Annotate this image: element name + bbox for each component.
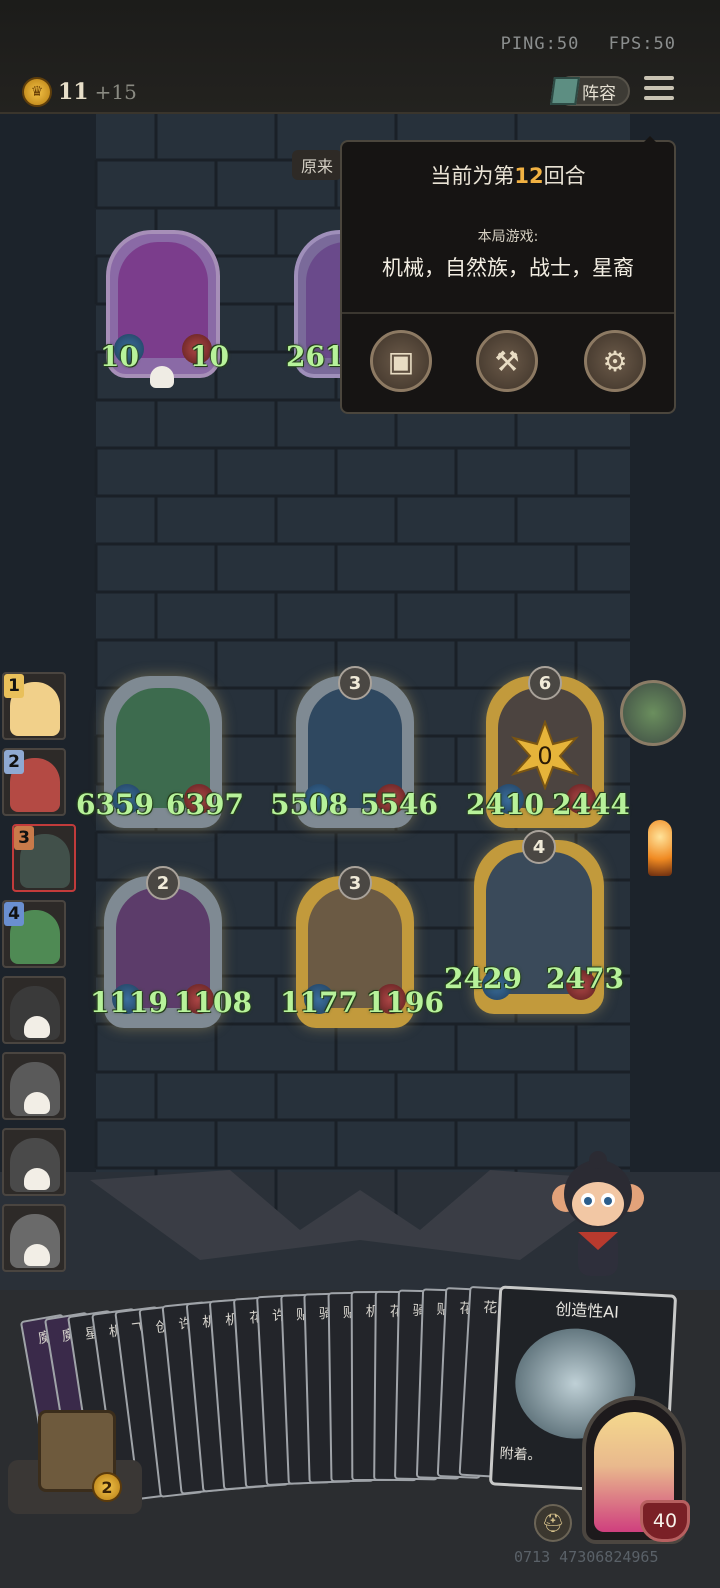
card-description: 附着。 [499,1445,542,1464]
skull-icon [24,1016,50,1038]
game-tribes: 机械，自然族，战士，星裔 [382,256,634,280]
lineup-button[interactable]: 阵容 [550,76,630,106]
game-tribes-label: 本局游戏: [477,229,539,245]
round-suffix: 回合 [543,164,586,188]
gold-amount: 11 [58,79,89,105]
minion-health: 1108 [174,986,252,1019]
helmet-icon[interactable]: ⛑ [534,1504,572,1542]
skull-icon [150,366,174,388]
fps-label: FPS:50 [608,34,676,54]
player-portrait[interactable]: 4 [2,900,66,968]
minion-health: 2444 [552,788,630,821]
damage-value: 0 [537,742,552,770]
skull-icon [24,1168,50,1190]
minion-attack: 1119 [90,986,168,1019]
minion-attack: 6359 [76,788,154,821]
minion-health: 6397 [166,788,244,821]
player-portrait[interactable]: 1 [2,672,66,740]
shop-chest-button[interactable]: 2 [8,1410,142,1514]
opponent-1-attack: 10 [100,340,139,373]
minion-attack: 1177 [280,986,358,1019]
player-portrait[interactable] [2,1128,66,1196]
codex-book-button[interactable]: ▣ [370,330,432,392]
round-info-popup: 当前为第12回合 本局游戏: 机械，自然族，战士，星裔 ▣ ⚒ ⚙ [340,136,676,414]
player-portrait[interactable] [2,1052,66,1120]
skull-icon [24,1092,50,1114]
hero-health: 40 [640,1500,690,1542]
rank-badge: 4 [4,902,24,926]
rank-badge: 2 [4,750,24,774]
rank-badge: 3 [14,826,34,850]
minion-attack: 5508 [270,788,348,821]
opponent-1-health: 10 [190,340,229,373]
torch-flame [648,820,672,876]
book-icon [550,77,580,105]
minion-health: 5546 [360,788,438,821]
round-prefix: 当前为第 [430,164,515,188]
tier-badge: 3 [338,866,372,900]
round-number: 12 [514,164,544,188]
tier-badge: 4 [522,830,556,864]
rank-badge: 1 [4,674,24,698]
axe-icon: ⚒ [494,344,520,378]
player-portrait[interactable] [2,976,66,1044]
lineup-label: 阵容 [582,83,616,104]
divider [342,312,674,314]
player-portrait[interactable] [2,1204,66,1272]
book-icon: ▣ [387,344,415,378]
tier-badge: 3 [338,666,372,700]
player-portrait[interactable]: 2 [2,748,66,816]
gold-counter: ♛ 11 +15 [22,76,137,108]
shop-count-badge: 2 [92,1472,122,1502]
crown-coin-icon: ♛ [22,77,52,107]
opponent-2-attack: 261 [286,340,345,373]
tier-badge: 2 [146,866,180,900]
hint-tag: 原来 [292,150,342,180]
network-stats: PING:50 FPS:50 [483,34,676,54]
round-title: 当前为第12回合 [342,160,674,190]
damage-burst-icon: 0 [510,720,580,790]
player-portrait[interactable]: 3 [12,824,76,892]
tier-badge: 6 [528,666,562,700]
minion-attack: 2410 [466,788,544,821]
minion-health: 1196 [366,986,444,1019]
settings-button[interactable]: ⚙ [584,330,646,392]
minion-health: 2473 [546,962,624,995]
minion-attack: 2429 [444,962,522,995]
gold-income: +15 [94,80,137,104]
card-name: 创造性AI [554,1299,620,1322]
menu-icon[interactable] [644,76,674,104]
surrender-axe-button[interactable]: ⚒ [476,330,538,392]
ping-label: PING:50 [500,34,580,54]
top-bar: PING:50 FPS:50 ♛ 11 +15 阵容 [0,0,720,114]
monkey-companion [552,1151,644,1276]
game-id: 0713 47306824965 [514,1548,659,1566]
skull-icon [24,1244,50,1266]
pocket-watch-icon[interactable] [620,680,686,746]
gear-icon: ⚙ [602,344,628,378]
